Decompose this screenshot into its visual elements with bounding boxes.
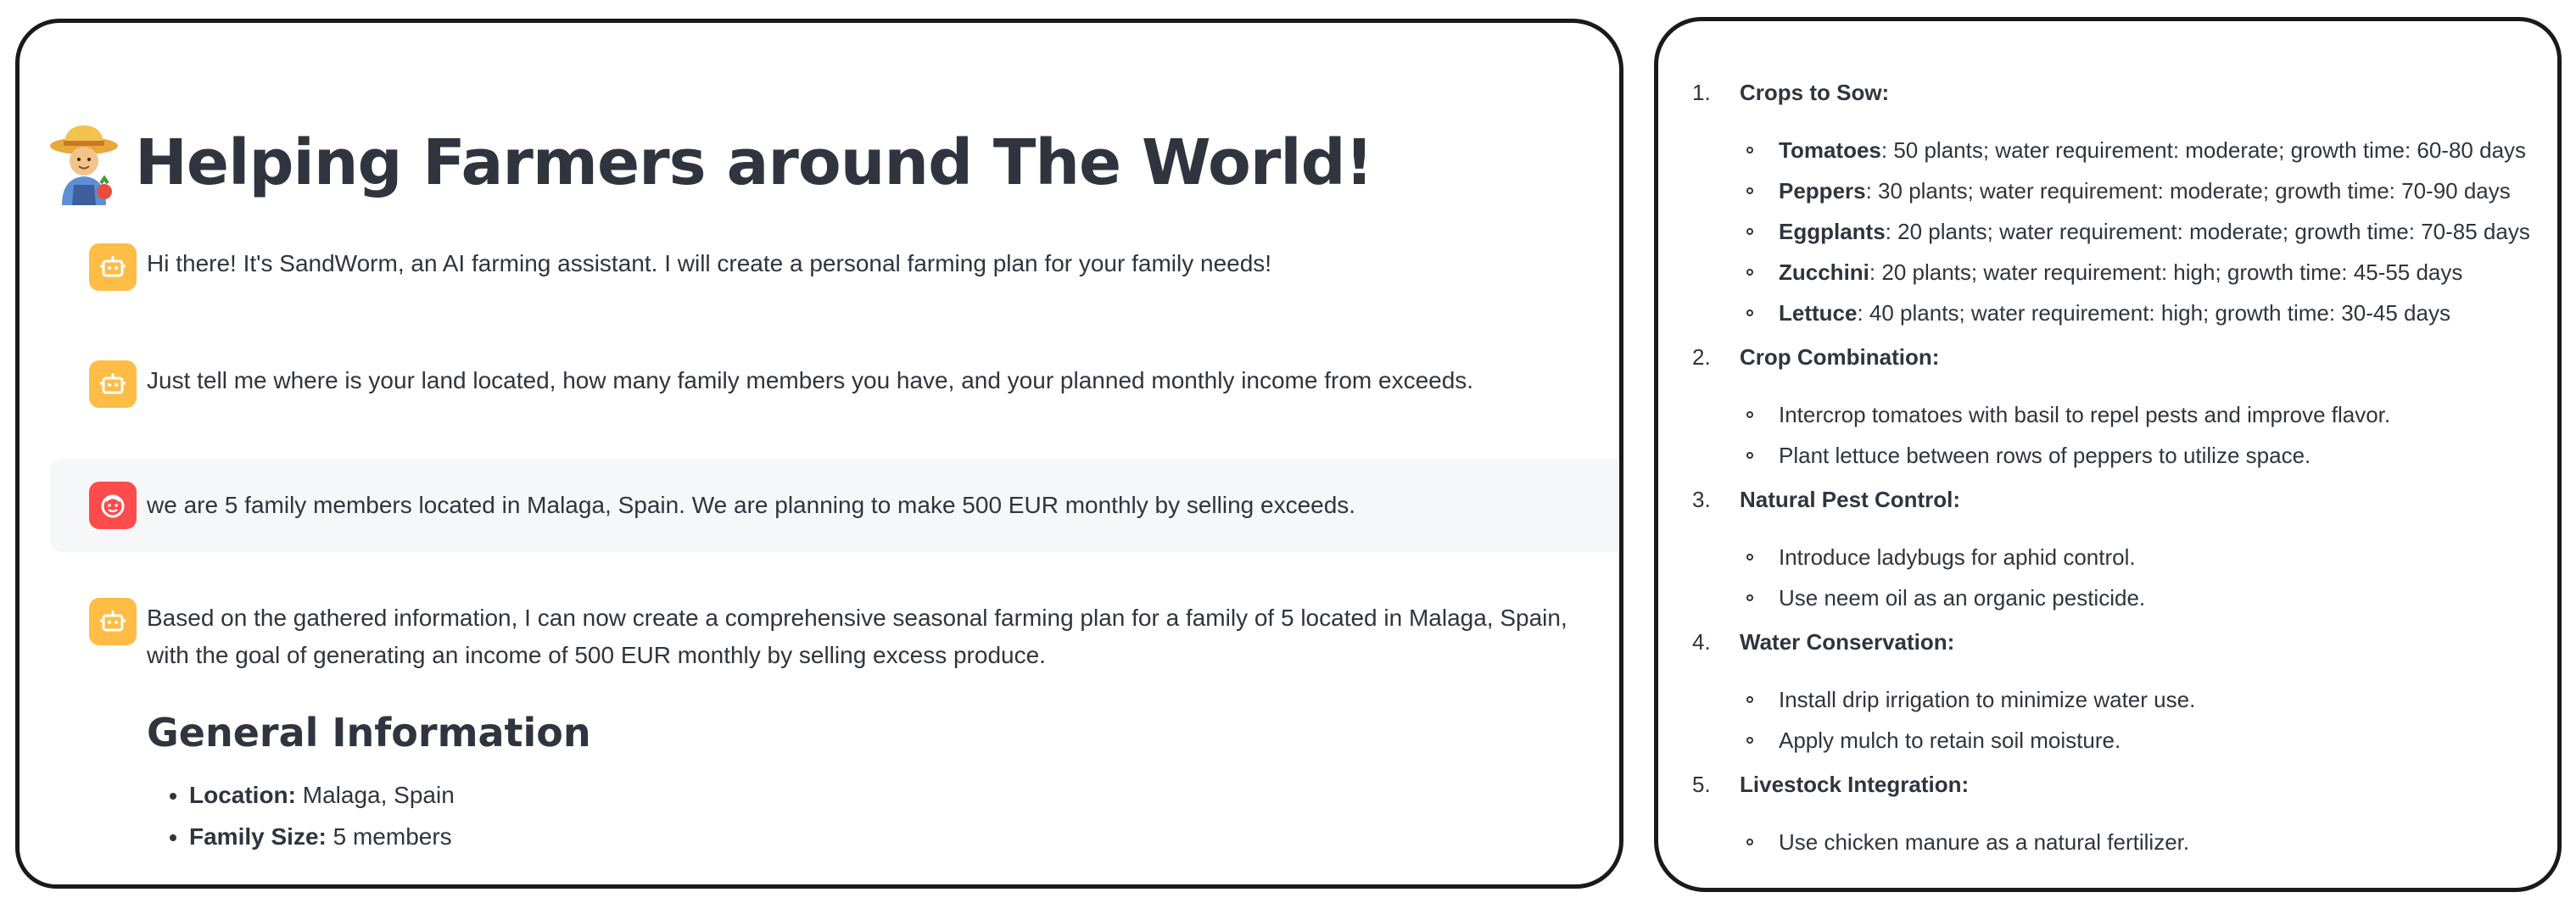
section-title: Crop Combination: (1740, 344, 1940, 370)
plan-section-natural-pest-control: 3. Natural Pest Control: Introduce ladyb… (1692, 479, 2530, 618)
crop-name: Lettuce (1779, 300, 1858, 326)
robot-icon (89, 243, 137, 291)
chat-message-assistant: Just tell me where is your land located,… (50, 350, 1619, 418)
crop-name: Peppers (1779, 178, 1866, 204)
list-item: Introduce ladybugs for aphid control. (1740, 537, 2530, 577)
crop-details: : 30 plants; water requirement: moderate… (1865, 178, 2511, 204)
crop-details: : 20 plants; water requirement: high; gr… (1869, 259, 2463, 285)
page-header: Helping Farmers around The World! (48, 108, 1373, 218)
section-title: Natural Pest Control: (1740, 487, 1961, 512)
sub-list: Use chicken manure as a natural fertiliz… (1692, 822, 2530, 862)
robot-icon (89, 598, 137, 645)
list-item: Peppers: 30 plants; water requirement: m… (1740, 170, 2530, 211)
farming-plan-panel: 1. Crops to Sow: Tomatoes: 50 plants; wa… (1654, 17, 2562, 892)
list-item: Tomatoes: 50 plants; water requirement: … (1740, 130, 2530, 170)
info-value: Malaga, Spain (296, 782, 455, 808)
crop-details: : 40 plants; water requirement: high; gr… (1857, 300, 2450, 326)
info-label: Location: (189, 782, 296, 808)
farming-plan-list: 1. Crops to Sow: Tomatoes: 50 plants; wa… (1692, 72, 2530, 866)
message-text: Just tell me where is your land located,… (147, 367, 1474, 393)
section-title: Crops to Sow: (1740, 80, 1890, 105)
face-icon (89, 482, 137, 529)
crop-details: : 50 plants; water requirement: moderate… (1880, 137, 2527, 163)
section-number: 3. (1692, 487, 1711, 512)
general-information-heading: General Information (147, 710, 591, 756)
list-item: Lettuce: 40 plants; water requirement: h… (1740, 293, 2530, 333)
list-item: Use neem oil as an organic pesticide. (1740, 577, 2530, 618)
section-number: 4. (1692, 629, 1711, 655)
plan-section-crop-combination: 2. Crop Combination: Intercrop tomatoes … (1692, 337, 2530, 476)
list-item: Zucchini: 20 plants; water requirement: … (1740, 252, 2530, 293)
farmer-emoji-icon (48, 120, 120, 205)
section-number: 2. (1692, 344, 1711, 370)
section-number: 1. (1692, 80, 1711, 105)
list-item: Eggplants: 20 plants; water requirement:… (1740, 211, 2530, 252)
info-value: 5 members (326, 823, 452, 850)
robot-icon (89, 360, 137, 408)
sub-list: Tomatoes: 50 plants; water requirement: … (1692, 130, 2530, 333)
crop-name: Tomatoes (1779, 137, 1881, 163)
list-item: Use chicken manure as a natural fertiliz… (1740, 822, 2530, 862)
list-item: Plant lettuce between rows of peppers to… (1740, 435, 2530, 476)
list-item: Install drip irrigation to minimize wate… (1740, 679, 2530, 720)
chat-message-assistant: Hi there! It's SandWorm, an AI farming a… (50, 233, 1619, 301)
list-item: Location: Malaga, Spain (189, 774, 1619, 816)
chat-message-assistant: Based on the gathered information, I can… (50, 577, 1619, 884)
message-text: Hi there! It's SandWorm, an AI farming a… (147, 250, 1272, 276)
general-information-list: Location: Malaga, Spain Family Size: 5 m… (147, 774, 1619, 857)
message-text: Based on the gathered information, I can… (147, 605, 1567, 668)
list-item: Intercrop tomatoes with basil to repel p… (1740, 394, 2530, 435)
info-label: Family Size: (189, 823, 327, 850)
plan-section-water-conservation: 4. Water Conservation: Install drip irri… (1692, 622, 2530, 761)
crop-name: Eggplants (1779, 219, 1886, 244)
list-item: Apply mulch to retain soil moisture. (1740, 720, 2530, 761)
section-title: Livestock Integration: (1740, 772, 1970, 797)
section-title: Water Conservation: (1740, 629, 1955, 655)
sub-list: Install drip irrigation to minimize wate… (1692, 679, 2530, 761)
list-item: Family Size: 5 members (189, 816, 1619, 857)
chat-message-user: we are 5 family members located in Malag… (50, 459, 1619, 552)
page-title: Helping Farmers around The World! (135, 126, 1373, 199)
crop-details: : 20 plants; water requirement: moderate… (1885, 219, 2530, 244)
chat-panel: Helping Farmers around The World! Hi the… (15, 19, 1623, 889)
sub-list: Intercrop tomatoes with basil to repel p… (1692, 394, 2530, 476)
message-text: we are 5 family members located in Malag… (147, 492, 1356, 518)
sub-list: Introduce ladybugs for aphid control. Us… (1692, 537, 2530, 618)
plan-section-livestock-integration: 5. Livestock Integration: Use chicken ma… (1692, 764, 2530, 862)
plan-section-crops-to-sow: 1. Crops to Sow: Tomatoes: 50 plants; wa… (1692, 72, 2530, 333)
section-number: 5. (1692, 772, 1711, 797)
crop-name: Zucchini (1779, 259, 1869, 285)
